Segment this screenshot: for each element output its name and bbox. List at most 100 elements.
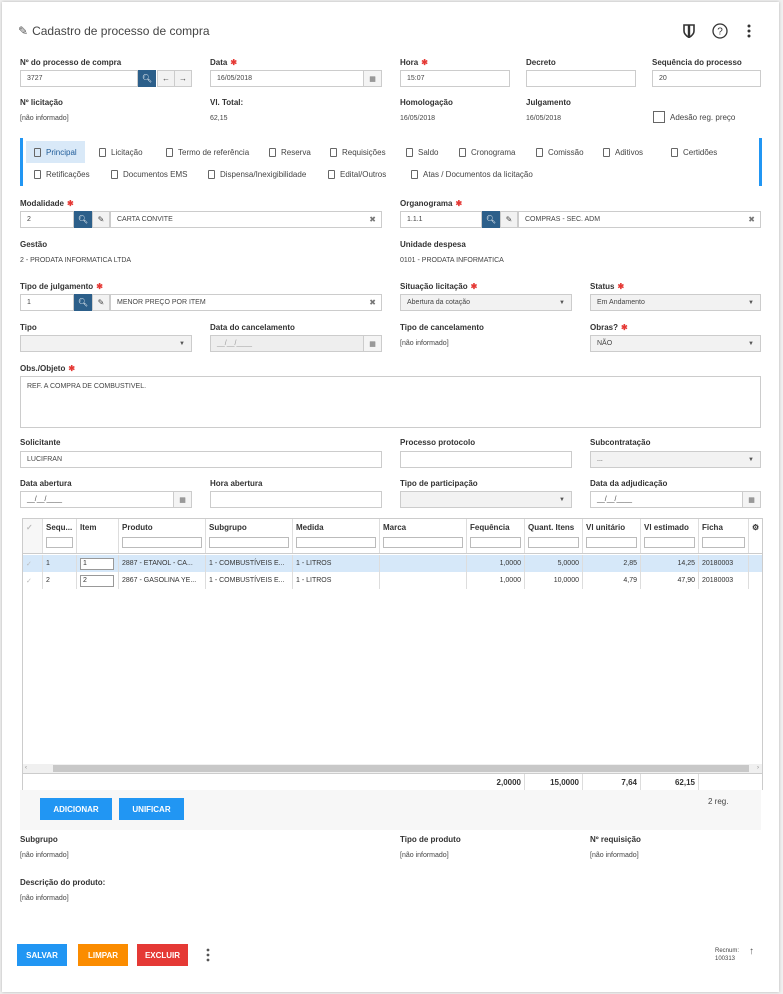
tipo-participacao-select[interactable]: ▼ xyxy=(400,491,572,508)
more-vert-icon[interactable] xyxy=(740,22,758,40)
gear-icon[interactable]: ⚙ xyxy=(749,519,762,553)
tab-licitacao[interactable]: Licitação xyxy=(91,141,151,163)
clear-icon[interactable]: ✖ xyxy=(748,215,755,224)
num-processo-input[interactable]: 3727 xyxy=(20,70,138,87)
filter-input[interactable] xyxy=(46,537,73,548)
tab-cronograma[interactable]: Cronograma xyxy=(451,141,523,163)
decreto-input[interactable] xyxy=(526,70,636,87)
unify-button[interactable]: UNIFICAR xyxy=(119,798,184,820)
hora-abertura-input[interactable] xyxy=(210,491,382,508)
scrollbar-thumb[interactable] xyxy=(53,765,749,772)
tipo-julgamento-edit-button[interactable]: ✎ xyxy=(92,294,110,311)
situacao-licitacao-select[interactable]: Abertura da cotação ▼ xyxy=(400,294,572,311)
col-header[interactable]: Vl unitário xyxy=(583,519,641,553)
obras-select[interactable]: NÃO ▼ xyxy=(590,335,761,352)
tab-atas[interactable]: Atas / Documentos da licitação xyxy=(403,163,541,185)
row-checkbox[interactable]: ✓ xyxy=(23,572,43,589)
arrow-up-icon[interactable]: ↑ xyxy=(749,946,754,957)
tab-certidoes[interactable]: Certidões xyxy=(663,141,725,163)
filter-input[interactable] xyxy=(586,537,637,548)
processo-protocolo-input[interactable] xyxy=(400,451,572,468)
tab-edital[interactable]: Edital/Outros xyxy=(320,163,394,185)
tipo-select[interactable]: ▼ xyxy=(20,335,192,352)
scroll-left-icon[interactable]: ‹ xyxy=(25,765,27,771)
calendar-icon[interactable]: ▦ xyxy=(363,71,381,86)
shield-icon[interactable] xyxy=(680,22,698,40)
tab-reserva[interactable]: Reserva xyxy=(261,141,319,163)
tab-saldo[interactable]: Saldo xyxy=(398,141,446,163)
organograma-desc-input[interactable]: COMPRAS - SEC. ADM ✖ xyxy=(518,211,761,228)
table-row[interactable]: ✓ 1 1 2887 - ETANOL - CA... 1 - COMBUSTÍ… xyxy=(23,555,762,572)
tab-retificacoes[interactable]: Retificações xyxy=(26,163,98,185)
filter-input[interactable] xyxy=(528,537,579,548)
filter-input[interactable] xyxy=(644,537,695,548)
sequencia-input[interactable]: 20 xyxy=(652,70,761,87)
next-button[interactable]: → xyxy=(174,70,192,87)
organograma-search-button[interactable]: 🔍︎ xyxy=(482,211,500,228)
filter-input[interactable] xyxy=(122,537,202,548)
more-vert-icon[interactable] xyxy=(206,948,210,967)
clear-icon[interactable]: ✖ xyxy=(369,298,376,307)
modalidade-desc-input[interactable]: CARTA CONVITE ✖ xyxy=(110,211,382,228)
clear-icon[interactable]: ✖ xyxy=(369,215,376,224)
tab-termo-referencia[interactable]: Termo de referência xyxy=(158,141,257,163)
horizontal-scrollbar[interactable]: ‹ › xyxy=(23,764,762,773)
tipo-julgamento-search-button[interactable]: 🔍︎ xyxy=(74,294,92,311)
data-cancelamento-input[interactable]: __/__/____ ▦ xyxy=(210,335,382,352)
organograma-code-input[interactable]: 1.1.1 xyxy=(400,211,482,228)
filter-input[interactable] xyxy=(383,537,463,548)
tab-comissao[interactable]: Comissão xyxy=(528,141,592,163)
tab-requisicoes[interactable]: Requisições xyxy=(322,141,394,163)
col-header[interactable]: Produto xyxy=(119,519,206,553)
col-header[interactable]: Quant. Itens xyxy=(525,519,583,553)
hora-input[interactable]: 15:07 xyxy=(400,70,510,87)
tab-documentos-ems[interactable]: Documentos EMS xyxy=(103,163,195,185)
data-adjudicacao-input[interactable]: __/__/____ ▦ xyxy=(590,491,761,508)
modalidade-code-input[interactable]: 2 xyxy=(20,211,74,228)
col-header[interactable]: Subgrupo xyxy=(206,519,293,553)
subcontratacao-select[interactable]: ... ▼ xyxy=(590,451,761,468)
tab-aditivos[interactable]: Aditivos xyxy=(595,141,651,163)
delete-button[interactable]: EXCLUIR xyxy=(137,944,188,966)
calendar-icon[interactable]: ▦ xyxy=(173,492,191,507)
obs-objeto-textarea[interactable]: REF. A COMPRA DE COMBUSTIVEL. xyxy=(20,376,761,428)
filter-input[interactable] xyxy=(702,537,745,548)
modalidade-search-button[interactable]: 🔍︎ xyxy=(74,211,92,228)
col-header[interactable]: Fequência xyxy=(467,519,525,553)
col-header[interactable]: Vl estimado xyxy=(641,519,699,553)
grid-footer: 2,0000 15,0000 7,64 62,15 xyxy=(23,773,762,791)
select-all-checkbox[interactable]: ✓ xyxy=(23,519,43,553)
tipo-julgamento-desc-input[interactable]: MENOR PREÇO POR ITEM ✖ xyxy=(110,294,382,311)
status-select[interactable]: Em Andamento ▼ xyxy=(590,294,761,311)
tipo-julgamento-code-input[interactable]: 1 xyxy=(20,294,74,311)
col-header[interactable]: Item xyxy=(77,519,119,553)
col-header[interactable]: Sequ... xyxy=(43,519,77,553)
data-abertura-input[interactable]: __/__/____ ▦ xyxy=(20,491,192,508)
col-header[interactable]: Ficha xyxy=(699,519,749,553)
save-button[interactable]: SALVAR xyxy=(17,944,67,966)
tab-dispensa[interactable]: Dispensa/Inexigibilidade xyxy=(200,163,314,185)
calendar-icon[interactable]: ▦ xyxy=(742,492,760,507)
adesao-checkbox[interactable] xyxy=(653,111,665,123)
filter-input[interactable] xyxy=(209,537,289,548)
search-button[interactable]: 🔍︎ xyxy=(138,70,156,87)
prev-button[interactable]: ← xyxy=(157,70,175,87)
help-icon[interactable]: ? xyxy=(711,22,729,40)
col-header[interactable]: Marca xyxy=(380,519,467,553)
add-button[interactable]: ADICIONAR xyxy=(40,798,112,820)
scroll-right-icon[interactable]: › xyxy=(757,765,759,771)
clear-button[interactable]: LIMPAR xyxy=(78,944,128,966)
solicitante-input[interactable]: LUCIFRAN xyxy=(20,451,382,468)
item-input[interactable]: 2 xyxy=(80,574,114,587)
table-row[interactable]: ✓ 2 2 2867 - GASOLINA YE... 1 - COMBUSTÍ… xyxy=(23,572,762,589)
filter-input[interactable] xyxy=(470,537,521,548)
calendar-icon[interactable]: ▦ xyxy=(363,336,381,351)
modalidade-edit-button[interactable]: ✎ xyxy=(92,211,110,228)
organograma-edit-button[interactable]: ✎ xyxy=(500,211,518,228)
row-checkbox[interactable]: ✓ xyxy=(23,555,43,572)
filter-input[interactable] xyxy=(296,537,376,548)
data-input[interactable]: 16/05/2018 ▦ xyxy=(210,70,382,87)
item-input[interactable]: 1 xyxy=(80,557,114,570)
col-header[interactable]: Medida xyxy=(293,519,380,553)
tab-principal[interactable]: Principal xyxy=(26,141,85,163)
